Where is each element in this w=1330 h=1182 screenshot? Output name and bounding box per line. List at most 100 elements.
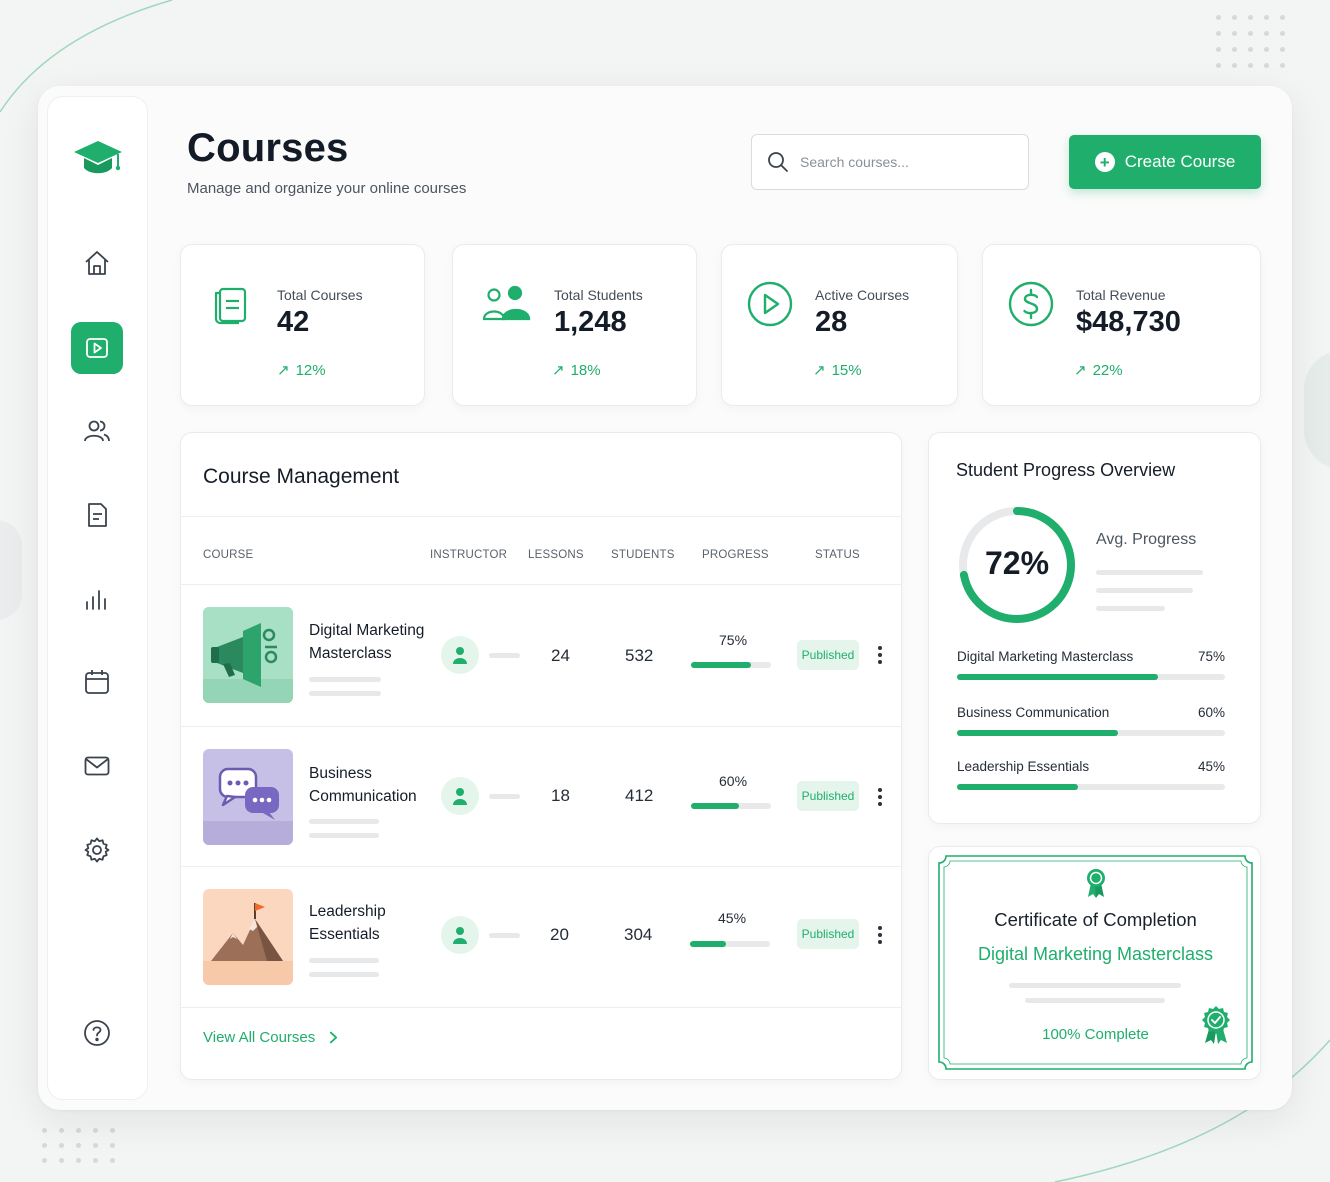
users-icon [84,420,110,442]
sidebar-item-students[interactable] [71,405,123,457]
users-icon [482,285,531,321]
course-name[interactable]: Digital Marketing Masterclass [309,619,424,665]
search-box[interactable] [751,134,1029,190]
column-header-progress[interactable]: PROGRESS [702,549,769,561]
user-icon [453,647,467,664]
column-header-lessons[interactable]: LESSONS [528,549,584,561]
sidebar [47,96,148,1100]
progress-bar-fill [957,784,1078,790]
placeholder-line [1096,606,1165,611]
course-name[interactable]: Business Communication [309,762,417,808]
status-badge: Published [797,781,859,811]
course-name-line: Essentials [309,926,380,943]
table-row[interactable]: Digital Marketing Masterclass 24 532 75%… [181,585,901,726]
sidebar-item-home[interactable] [71,237,123,289]
row-menu-icon[interactable] [873,643,887,667]
stat-trend: ↗ 22% [1074,361,1123,380]
mountain-flag-icon [203,889,293,985]
lessons-count: 20 [550,925,569,944]
trend-up-icon: ↗ [552,362,565,379]
lessons-count: 18 [551,786,570,805]
book-icon [214,287,247,325]
course-name[interactable]: Leadership Essentials [309,900,386,946]
sidebar-item-documents[interactable] [71,489,123,541]
chevron-right-icon [330,1031,338,1044]
placeholder-line [309,833,379,838]
play-icon [86,338,108,358]
view-all-courses-link[interactable]: View All Courses [203,1029,338,1046]
stat-card-total-revenue: Total Revenue $48,730 ↗ 22% [982,244,1261,406]
column-header-course[interactable]: COURSE [203,549,253,561]
trend-up-icon: ↗ [1074,362,1087,379]
instructor-name-placeholder [489,653,520,658]
placeholder-line [1096,570,1203,575]
app-window: Courses Manage and organize your online … [38,86,1292,1110]
progress-bar [957,674,1225,680]
instructor-avatar[interactable] [441,916,479,954]
trend-value: 15% [831,361,862,379]
stat-value: $48,730 [1076,306,1181,338]
placeholder-line [1096,588,1193,593]
stat-card-total-courses: Total Courses 42 ↗ 12% [180,244,425,406]
progress-item-percent: 60% [1197,705,1225,720]
trend-value: 22% [1092,361,1123,379]
background-blob [1304,350,1330,470]
panel-title: Course Management [203,465,400,488]
avg-progress-label: Avg. Progress [1096,531,1197,548]
column-header-students[interactable]: STUDENTS [611,549,675,561]
progress-bar-fill [691,803,739,809]
progress-percent: 60% [719,773,748,789]
students-count: 532 [625,646,654,665]
create-course-button[interactable]: + Create Course [1069,135,1261,189]
column-header-instructor[interactable]: INSTRUCTOR [430,549,507,561]
status-badge: Published [797,640,859,670]
column-header-status[interactable]: STATUS [815,549,860,561]
divider [181,1007,901,1008]
progress-bar-fill [957,730,1118,736]
course-name-line: Business [309,765,372,782]
row-menu-icon[interactable] [873,785,887,809]
chat-bubbles-icon [203,749,293,845]
table-row[interactable]: Business Communication 18 412 60% Publis… [181,727,901,866]
sidebar-item-analytics[interactable] [71,573,123,625]
megaphone-icon [203,607,293,703]
certificate-title: Certificate of Completion [994,909,1197,930]
progress-bar [690,941,770,947]
stat-label: Total Students [554,287,643,303]
dot-pattern [42,1128,115,1163]
stat-card-total-students: Total Students 1,248 ↗ 18% [452,244,697,406]
stat-value: 42 [277,306,310,338]
progress-bar-fill [690,941,726,947]
row-menu-icon[interactable] [873,923,887,947]
sidebar-item-settings[interactable] [71,824,123,876]
progress-bar [957,730,1225,736]
certificate-card[interactable]: Certificate of Completion Digital Market… [928,846,1261,1080]
progress-percent: 45% [718,910,747,926]
instructor-name-placeholder [489,933,520,938]
stat-label: Total Revenue [1076,287,1166,303]
background-blob [0,520,22,620]
graduation-cap-logo-icon[interactable] [72,135,124,179]
trend-value: 12% [295,361,326,379]
progress-item-name: Business Communication [957,705,1110,720]
search-icon [768,152,788,172]
instructor-avatar[interactable] [441,636,479,674]
placeholder-line [1009,983,1181,988]
instructor-avatar[interactable] [441,777,479,815]
search-input[interactable] [800,154,1000,170]
progress-item-percent: 75% [1197,649,1225,664]
table-row[interactable]: Leadership Essentials 20 304 45% Publish… [181,867,901,1007]
course-name-line: Masterclass [309,645,392,662]
progress-bar [957,784,1225,790]
instructor-name-placeholder [489,794,520,799]
lessons-count: 24 [551,646,570,665]
stat-value: 1,248 [554,306,627,338]
sidebar-item-help[interactable] [71,1007,123,1059]
sidebar-item-courses[interactable] [71,322,123,374]
sidebar-item-calendar[interactable] [71,656,123,708]
sidebar-item-messages[interactable] [71,740,123,792]
students-count: 304 [624,925,653,944]
create-course-label: Create Course [1124,152,1236,171]
progress-bar-fill [957,674,1158,680]
course-name-line: Communication [309,788,417,805]
